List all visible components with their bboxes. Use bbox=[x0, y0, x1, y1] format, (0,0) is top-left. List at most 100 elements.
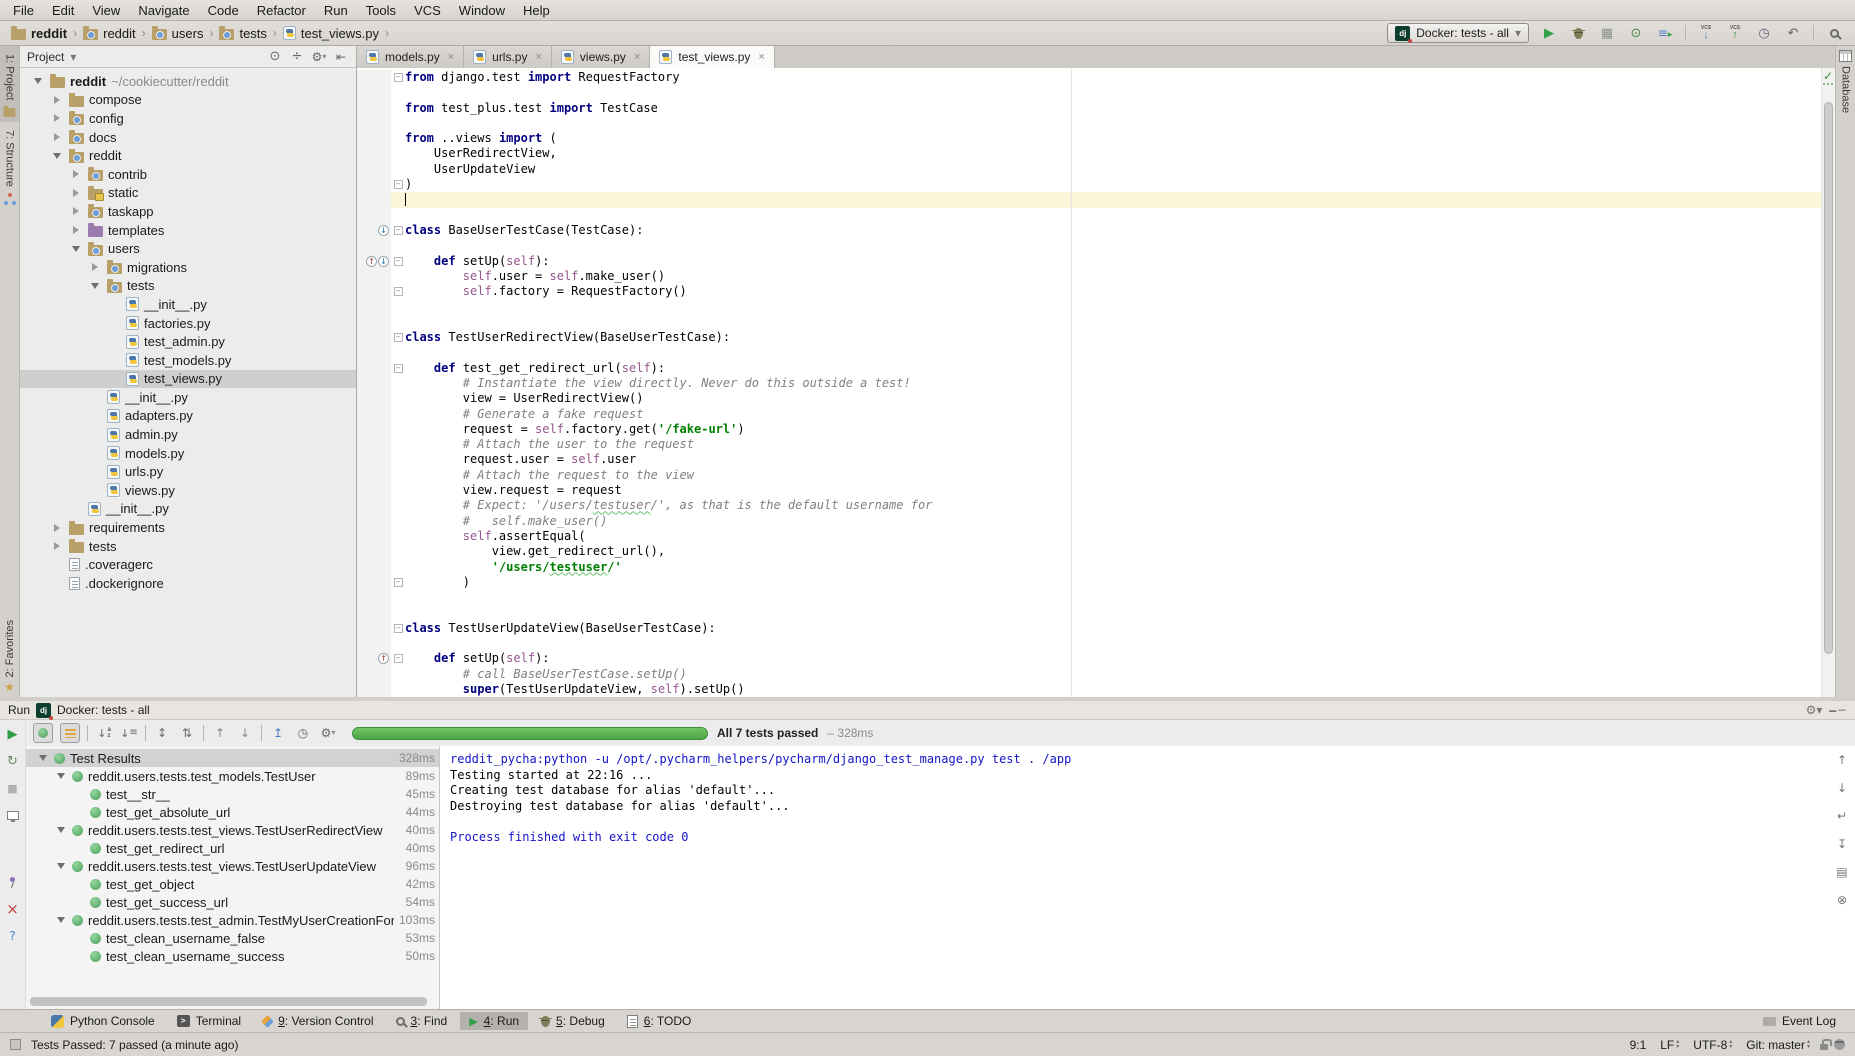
code-line[interactable] bbox=[357, 605, 1821, 620]
code-text[interactable] bbox=[405, 636, 1821, 651]
collapse-arrow-icon[interactable] bbox=[69, 246, 83, 252]
code-line[interactable] bbox=[357, 85, 1821, 100]
code-line[interactable]: # Expect: '/users/testuser/', as that is… bbox=[357, 498, 1821, 513]
code-line[interactable]: view.get_redirect_url(), bbox=[357, 544, 1821, 559]
code-line[interactable]: '/users/testuser/' bbox=[357, 560, 1821, 575]
code-line[interactable]: −class TestUserRedirectView(BaseUserTest… bbox=[357, 330, 1821, 345]
project-tree-item[interactable]: test_models.py bbox=[20, 351, 356, 370]
run-dashboard-button[interactable]: ≡▸ bbox=[1656, 24, 1674, 42]
code-text[interactable]: def setUp(self): bbox=[405, 651, 1821, 666]
project-panel-title[interactable]: Project bbox=[27, 50, 64, 64]
fold-column[interactable]: − bbox=[391, 254, 405, 269]
menu-edit[interactable]: Edit bbox=[43, 3, 83, 18]
scroll-to-end-button[interactable]: ↧ bbox=[1833, 835, 1851, 853]
menu-vcs[interactable]: VCS bbox=[405, 3, 450, 18]
clear-all-button[interactable]: ⊗ bbox=[1833, 891, 1851, 909]
code-line[interactable]: ↑↓− def setUp(self): bbox=[357, 254, 1821, 269]
code-line[interactable] bbox=[357, 636, 1821, 651]
recent-changes-button[interactable]: ◷ bbox=[1755, 24, 1773, 42]
project-tree-item[interactable]: users bbox=[20, 239, 356, 258]
code-text[interactable]: request.user = self.user bbox=[405, 452, 1821, 467]
toggle-output-button[interactable] bbox=[4, 806, 22, 824]
rollback-button[interactable]: ↶ bbox=[1784, 24, 1802, 42]
scroll-to-bottom-button[interactable]: ↓ bbox=[1833, 779, 1851, 797]
collapse-arrow-icon[interactable] bbox=[31, 78, 45, 84]
collapse-arrow-icon[interactable] bbox=[55, 863, 67, 869]
collapse-all-icon[interactable]: ÷ bbox=[289, 50, 305, 63]
menu-tools[interactable]: Tools bbox=[357, 3, 405, 18]
code-text[interactable]: '/users/testuser/' bbox=[405, 560, 1821, 575]
code-text[interactable]: # Attach the user to the request bbox=[405, 437, 1821, 452]
tab-close-icon[interactable]: × bbox=[448, 51, 454, 63]
toolwindow-run[interactable]: ▶4: Run bbox=[460, 1012, 528, 1030]
collapse-arrow-icon[interactable] bbox=[37, 755, 49, 761]
fold-marker-icon[interactable]: − bbox=[394, 180, 403, 189]
code-line[interactable]: UserRedirectView, bbox=[357, 146, 1821, 161]
rerun-tests-button[interactable]: ▶ bbox=[4, 725, 22, 743]
test-tree-item[interactable]: test__str__45ms bbox=[26, 785, 439, 803]
toolwindow-terminal[interactable]: >Terminal bbox=[168, 1012, 250, 1030]
code-text[interactable]: self.assertEqual( bbox=[405, 529, 1821, 544]
project-tree-item[interactable]: reddit bbox=[20, 146, 356, 165]
test-tree-item[interactable]: reddit.users.tests.test_views.TestUserRe… bbox=[26, 821, 439, 839]
project-tree-item[interactable]: reddit ~/cookiecutter/reddit bbox=[20, 72, 356, 91]
sort-by-duration-button[interactable]: ↓≡ bbox=[120, 723, 138, 743]
expand-arrow-icon[interactable] bbox=[50, 133, 64, 141]
stop-button[interactable]: ■ bbox=[4, 779, 22, 797]
fold-column[interactable]: − bbox=[391, 361, 405, 376]
stripe-database[interactable]: Database bbox=[1836, 46, 1855, 121]
tab-views.py[interactable]: views.py× bbox=[552, 46, 650, 68]
project-tree-item[interactable]: compose bbox=[20, 91, 356, 110]
fold-marker-icon[interactable]: − bbox=[394, 226, 403, 235]
expand-arrow-icon[interactable] bbox=[50, 114, 64, 122]
hide-icon[interactable]: ⇤ bbox=[333, 51, 349, 63]
code-text[interactable]: # Instantiate the view directly. Never d… bbox=[405, 376, 1821, 391]
encoding-select[interactable]: UTF-8▴▾ bbox=[1689, 1038, 1736, 1052]
show-ignored-toggle[interactable] bbox=[60, 723, 80, 743]
print-button[interactable]: ▤ bbox=[1833, 863, 1851, 881]
rerun-failed-tests-button[interactable]: ↻ bbox=[4, 752, 22, 770]
code-line[interactable]: super(TestUserUpdateView, self).setUp() bbox=[357, 682, 1821, 697]
code-text[interactable]: # self.make_user() bbox=[405, 514, 1821, 529]
code-line[interactable]: view.request = request bbox=[357, 483, 1821, 498]
code-text[interactable]: UserUpdateView bbox=[405, 162, 1821, 177]
pin-tab-button[interactable] bbox=[4, 873, 22, 891]
expand-arrow-icon[interactable] bbox=[50, 542, 64, 550]
stripe----structure[interactable]: 7: Structure bbox=[0, 122, 19, 211]
expand-arrow-icon[interactable] bbox=[69, 226, 83, 234]
gear-icon[interactable]: ⚙▾ bbox=[1806, 704, 1823, 716]
code-line[interactable]: request = self.factory.get('/fake-url') bbox=[357, 422, 1821, 437]
test-tree-item[interactable]: test_clean_username_success50ms bbox=[26, 947, 439, 965]
code-text[interactable]: class BaseUserTestCase(TestCase): bbox=[405, 223, 1821, 238]
code-text[interactable]: from django.test import RequestFactory bbox=[405, 70, 1821, 85]
test-tree-item[interactable]: test_get_object42ms bbox=[26, 875, 439, 893]
project-tree-item[interactable]: __init__.py bbox=[20, 500, 356, 519]
fold-marker-icon[interactable]: − bbox=[394, 333, 403, 342]
code-line[interactable]: ↑− def setUp(self): bbox=[357, 651, 1821, 666]
code-line[interactable]: # Attach the user to the request bbox=[357, 437, 1821, 452]
toolwindow-debug[interactable]: 5: Debug bbox=[532, 1012, 614, 1030]
fold-column[interactable]: − bbox=[391, 177, 405, 192]
code-text[interactable]: view = UserRedirectView() bbox=[405, 391, 1821, 406]
code-text[interactable] bbox=[405, 116, 1821, 131]
sort-alphabetically-button[interactable]: ↓az bbox=[95, 723, 113, 743]
code-text[interactable] bbox=[405, 192, 1821, 207]
tab-models.py[interactable]: models.py× bbox=[357, 46, 464, 68]
overridden-marker-icon[interactable]: ↓ bbox=[378, 225, 389, 236]
code-line[interactable] bbox=[357, 208, 1821, 223]
tab-close-icon[interactable]: × bbox=[634, 51, 640, 63]
code-text[interactable]: UserRedirectView, bbox=[405, 146, 1821, 161]
code-text[interactable]: def test_get_redirect_url(self): bbox=[405, 361, 1821, 376]
collapse-arrow-icon[interactable] bbox=[55, 917, 67, 923]
hide-panel-icon[interactable]: 🗕− bbox=[1828, 704, 1847, 716]
code-text[interactable] bbox=[405, 238, 1821, 253]
code-line[interactable]: self.user = self.make_user() bbox=[357, 269, 1821, 284]
horizontal-scrollbar[interactable] bbox=[30, 997, 427, 1006]
project-tree-item[interactable]: views.py bbox=[20, 481, 356, 500]
project-tree-item[interactable]: contrib bbox=[20, 165, 356, 184]
code-line[interactable]: UserUpdateView bbox=[357, 162, 1821, 177]
code-line[interactable]: view = UserRedirectView() bbox=[357, 391, 1821, 406]
collapse-arrow-icon[interactable] bbox=[88, 283, 102, 289]
project-tree-item[interactable]: __init__.py bbox=[20, 295, 356, 314]
previous-failed-test-button[interactable]: ↑ bbox=[211, 723, 229, 743]
